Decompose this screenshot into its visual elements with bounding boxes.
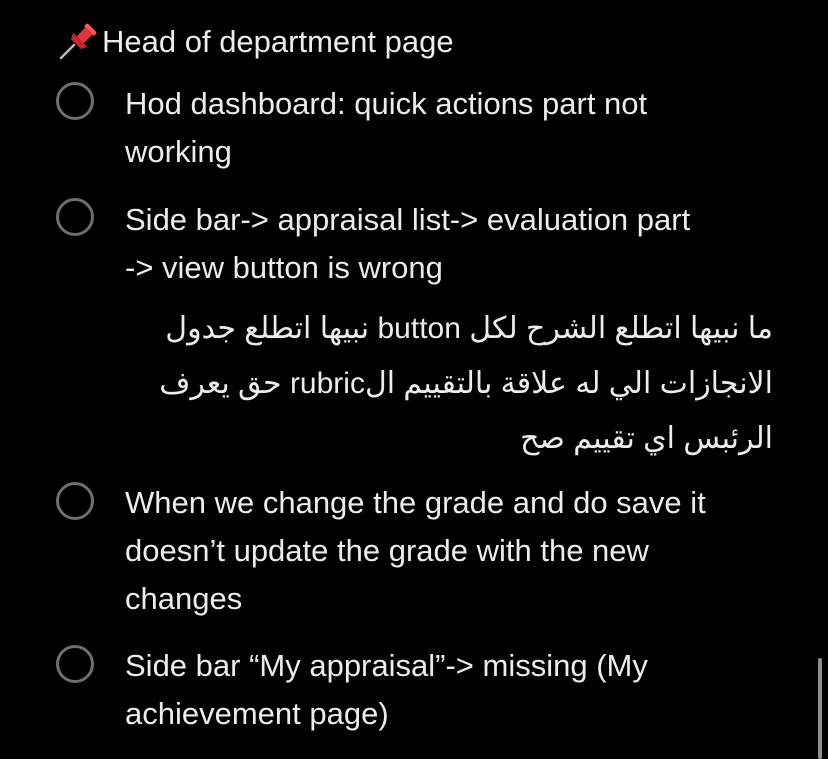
todo-text[interactable]: Side bar-> appraisal list-> evaluation p… <box>125 196 788 292</box>
section-heading: Head of department page <box>56 20 454 64</box>
todo-checkbox[interactable] <box>56 198 94 236</box>
section-title: Head of department page <box>102 24 454 59</box>
pushpin-icon <box>56 20 100 64</box>
todo-text[interactable]: When we change the grade and do save it … <box>125 479 788 623</box>
next-pushpin-icon <box>76 752 98 759</box>
scrollbar[interactable] <box>818 658 822 759</box>
todo-checkbox[interactable] <box>56 645 94 683</box>
todo-text[interactable]: Hod dashboard: quick actions part not wo… <box>125 80 788 176</box>
todo-note[interactable]: ما نبيها اتطلع الشرح لكل button نبيها ات… <box>108 301 773 466</box>
todo-checkbox[interactable] <box>56 482 94 520</box>
todo-text[interactable]: Side bar “My appraisal”-> missing (My ac… <box>125 642 788 738</box>
todo-checkbox[interactable] <box>56 82 94 120</box>
